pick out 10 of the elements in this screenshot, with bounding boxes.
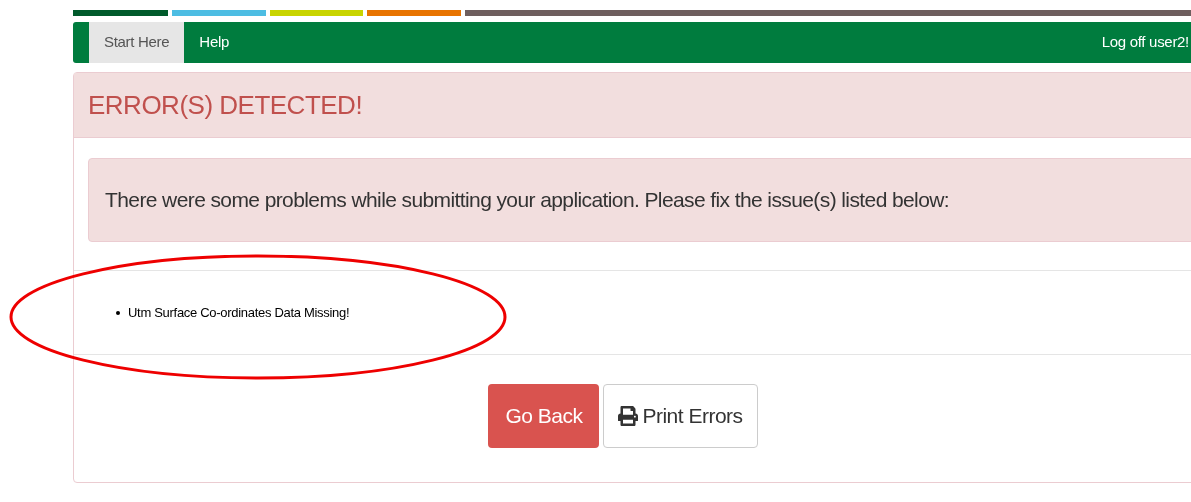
alert-message: There were some problems while submitting your application. Please fix the issue(s) listed below: — [105, 187, 950, 214]
error-item: Utm Surface Co-ordinates Data Missing! — [128, 303, 350, 322]
panel-title: ERROR(S) DETECTED! — [88, 88, 363, 122]
go-back-button[interactable]: Go Back — [488, 384, 600, 448]
logoff-link[interactable]: Log off user2! — [1101, 31, 1189, 54]
print-errors-button[interactable]: Print Errors — [603, 384, 758, 448]
bullet-icon — [116, 310, 120, 315]
nav-tab[interactable]: Help — [184, 22, 244, 63]
printer-icon — [618, 406, 639, 426]
nav-tab[interactable]: Start Here — [89, 22, 185, 63]
